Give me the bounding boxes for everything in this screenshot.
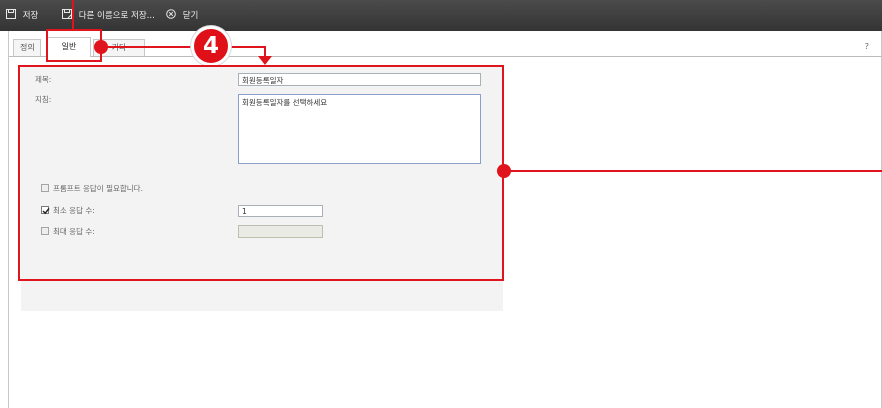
content-frame: 정의 일반 기타 ? 제목: 회원등록일자 지침: 회원등록일자를 선택하세요 … <box>8 31 882 408</box>
title-input-value: 회원등록일자 <box>242 76 284 85</box>
help-label: ? <box>864 42 869 51</box>
annotation-arrowhead <box>258 56 272 65</box>
save-icon <box>6 9 16 19</box>
save-button[interactable]: 저장 <box>6 9 38 23</box>
close-icon <box>166 9 176 19</box>
prompt-required-label: 프롬프트 응답이 필요합니다. <box>53 184 143 193</box>
save-as-icon <box>62 9 73 19</box>
save-as-button[interactable]: 다른 이름으로 저장... <box>62 9 155 23</box>
min-answers-checkbox[interactable] <box>41 206 50 215</box>
tab-definition[interactable]: 정의 <box>13 39 41 56</box>
instruction-textarea[interactable]: 회원등록일자를 선택하세요 <box>238 94 481 164</box>
tab-other-label: 기타 <box>111 43 127 52</box>
prompt-required-checkbox[interactable] <box>41 184 49 192</box>
min-answers-value: 1 <box>242 207 247 216</box>
help-icon[interactable]: ? <box>865 42 869 51</box>
tab-other[interactable]: 기타 <box>93 39 145 56</box>
close-button[interactable]: 닫기 <box>166 9 198 23</box>
tab-general-label: 일반 <box>61 42 77 51</box>
instruction-label: 지침: <box>35 95 52 104</box>
min-answers-label: 최소 응답 수: <box>53 206 95 215</box>
save-as-button-label: 다른 이름으로 저장... <box>78 11 155 21</box>
top-toolbar: 저장 다른 이름으로 저장... 닫기 <box>0 0 882 31</box>
check-icon <box>42 208 50 215</box>
tab-general[interactable]: 일반 <box>47 37 91 57</box>
instruction-textarea-value: 회원등록일자를 선택하세요 <box>242 98 328 107</box>
general-settings-panel: 제목: 회원등록일자 지침: 회원등록일자를 선택하세요 프롬프트 응답이 필요… <box>21 65 503 311</box>
min-answers-input[interactable]: 1 <box>238 205 323 217</box>
save-button-label: 저장 <box>22 11 39 21</box>
title-input[interactable]: 회원등록일자 <box>238 73 481 86</box>
close-button-label: 닫기 <box>182 11 199 21</box>
max-answers-input[interactable] <box>238 225 323 238</box>
max-answers-label: 최대 응답 수: <box>53 227 95 236</box>
tab-definition-label: 정의 <box>20 43 35 52</box>
editor-window: 저장 다른 이름으로 저장... 닫기 정의 일반 기타 ? 제목: 회원등록일… <box>0 0 882 408</box>
step-number-badge: 4 <box>191 26 231 66</box>
max-answers-checkbox[interactable] <box>41 227 49 235</box>
tab-bar: 정의 일반 기타 <box>9 37 882 57</box>
title-label: 제목: <box>35 75 52 84</box>
